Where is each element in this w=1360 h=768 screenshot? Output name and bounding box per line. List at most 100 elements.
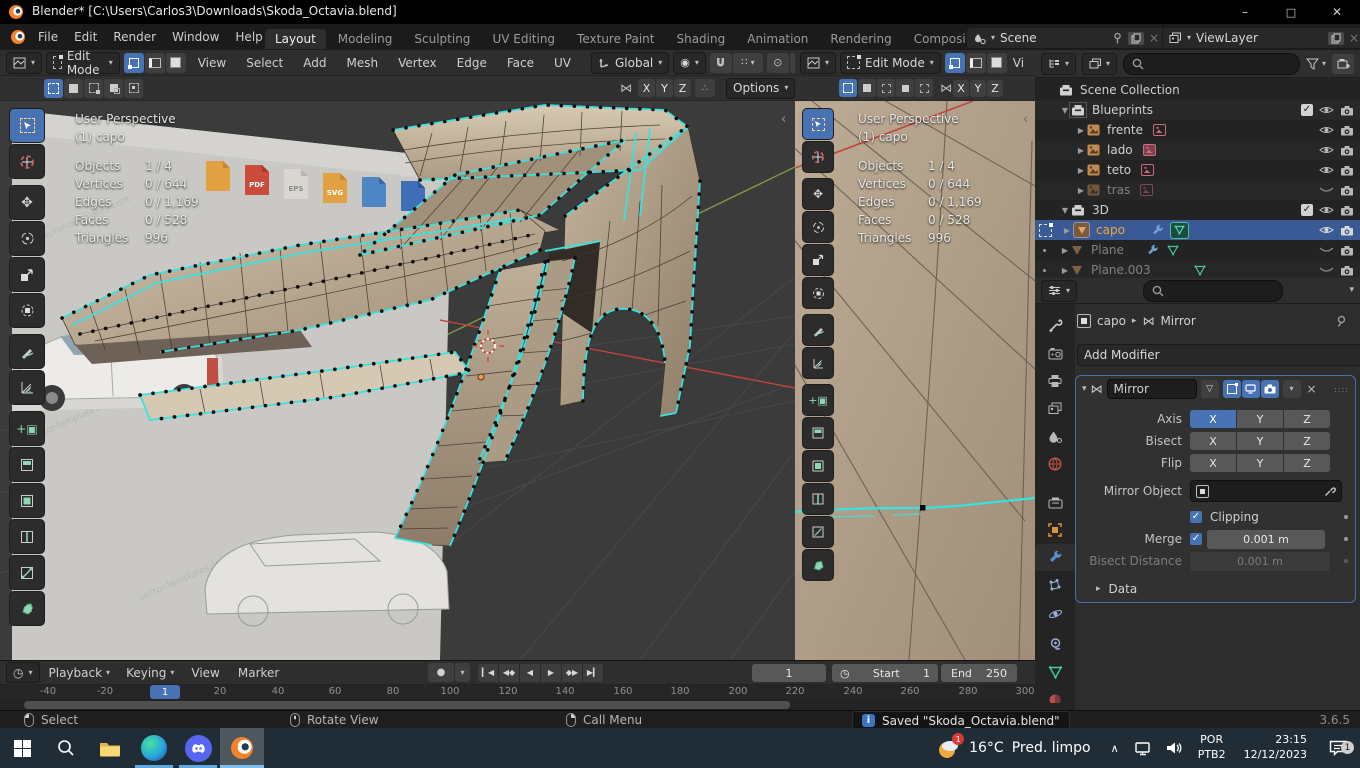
outliner-row-blueprints[interactable]: ▼ Blueprints ✓ [1035,100,1360,120]
new-scene-icon[interactable] [1128,32,1144,45]
modifier-viewport-display-toggle[interactable] [1242,380,1260,398]
tool-move[interactable]: ✥ [9,185,45,220]
flip-z-button[interactable]: Z [1284,454,1330,472]
workspace-tab-sculpting[interactable]: Sculpting [404,29,480,49]
outliner-row-plane[interactable]: ▶ Plane [1035,240,1360,260]
blender-menu-icon[interactable] [10,29,26,45]
outliner-row-lado[interactable]: ▶ lado [1035,140,1360,160]
proportional-edit-button[interactable]: ⊙ [767,53,789,73]
prev-keyframe-button[interactable]: ◀◆ [499,664,520,682]
taskbar-weather-widget[interactable]: 1 16°C Pred. limpo [925,728,1103,768]
expand-icon[interactable]: ▶ [1059,266,1071,275]
menu-add[interactable]: Add [295,56,334,70]
expand-icon[interactable]: ▼ [1059,106,1071,115]
unlink-scene-icon[interactable]: × [1149,31,1159,45]
select-mode-intersect-button[interactable] [915,79,933,97]
animate-dot[interactable] [1344,537,1348,541]
select-mode-extend-button[interactable] [858,79,876,97]
select-mode-new-button[interactable] [839,79,857,97]
camera-icon[interactable] [1340,205,1354,216]
properties-search-input[interactable] [1143,280,1283,302]
properties-editor-type-button[interactable]: ▾ [1041,280,1077,302]
mode-selector[interactable]: Edit Mode ▾ [46,52,120,74]
timeline-ruler[interactable]: -40 -20 20 40 60 80 100 120 140 160 180 … [0,685,1035,699]
modifier-render-toggle[interactable] [1261,380,1279,398]
tab-modifiers-active[interactable] [1035,544,1075,572]
tray-volume-icon[interactable] [1159,741,1190,755]
new-collection-button[interactable] [1332,54,1354,74]
tool-loop-cut[interactable] [802,483,834,515]
mirror-x-button[interactable]: X [638,79,655,97]
tool-loop-cut[interactable] [9,519,45,554]
remove-view-layer-icon[interactable]: × [1349,31,1359,45]
editor-type-button[interactable]: ▾ [6,52,42,74]
workspace-tab-rendering[interactable]: Rendering [820,29,901,49]
timeline-scrollbar[interactable] [24,701,790,709]
taskbar-blender-button-active[interactable] [220,728,264,768]
workspace-tab-modeling[interactable]: Modeling [328,29,403,49]
expand-icon[interactable]: ▶ [1059,246,1071,255]
tab-object[interactable] [1048,516,1062,544]
workspace-tab-texture-paint[interactable]: Texture Paint [567,29,664,49]
next-keyframe-button[interactable]: ◆▶ [562,664,583,682]
breadcrumb-object[interactable]: capo [1097,314,1126,328]
caption-close-button[interactable]: ✕ [1314,0,1360,24]
clipping-checkbox[interactable]: ✓ [1190,511,1202,523]
face-select-button[interactable] [166,53,186,73]
eye-open-icon[interactable] [1319,105,1334,115]
taskbar-edge-button[interactable] [132,728,176,768]
playhead[interactable]: 1 [150,685,180,699]
expand-icon[interactable]: ▶ [1075,186,1087,195]
tab-object-data[interactable] [1048,659,1063,687]
tab-collection[interactable] [1048,488,1063,516]
tab-world[interactable] [1048,451,1062,479]
tab-scene[interactable] [1048,423,1062,451]
tab-tool[interactable] [1048,312,1063,340]
vertex-select-button[interactable] [945,53,965,73]
tray-show-hidden-icons[interactable]: ∧ [1103,742,1127,755]
tool-cursor[interactable] [802,141,834,173]
tool-measure[interactable] [9,370,45,405]
collection-checkbox[interactable]: ✓ [1301,204,1313,216]
mirror-x-button[interactable]: X [953,80,969,97]
outliner-filter-type-dropdown[interactable]: ▾ [1082,53,1117,75]
taskbar-discord-button[interactable] [176,728,220,768]
eye-open-icon[interactable] [1319,225,1334,235]
modifier-close-button[interactable]: × [1307,382,1317,396]
tab-material[interactable] [1048,686,1062,710]
select-mode-subtract-button[interactable] [84,79,103,98]
new-view-layer-icon[interactable] [1328,32,1344,45]
mirror-axis-x-button[interactable]: X [1190,410,1236,428]
camera-icon[interactable] [1340,125,1354,136]
tool-bevel[interactable] [9,483,45,518]
data-subpanel-header[interactable]: ▸ Data [1086,578,1348,600]
menu-edge[interactable]: Edge [449,56,495,70]
tool-extrude-region[interactable]: +▣ [9,411,45,446]
play-button[interactable]: ▶ [541,664,562,682]
pin-icon[interactable] [1112,32,1123,44]
tool-inset-faces[interactable] [9,447,45,482]
snap-toggle-button[interactable] [710,53,732,73]
menu-edit[interactable]: Edit [66,30,105,44]
expand-icon[interactable]: ▶ [1075,126,1087,135]
timeline-view-menu[interactable]: View [183,666,227,680]
tab-particles[interactable] [1048,571,1062,599]
tab-output[interactable] [1048,367,1062,395]
eyedropper-icon[interactable] [1324,485,1336,497]
tool-move[interactable]: ✥ [802,178,834,210]
mirror-axis-y-button[interactable]: Y [1237,410,1283,428]
mirror-y-button[interactable]: Y [656,79,673,97]
eye-open-icon[interactable] [1319,145,1334,155]
select-mode-new-button[interactable] [44,79,63,98]
frame-start-field[interactable]: ◷ Start 1 [832,664,938,682]
camera-icon[interactable] [1340,265,1354,276]
tool-inset-faces[interactable] [802,417,834,449]
menu-face[interactable]: Face [499,56,542,70]
transform-orientation-dropdown[interactable]: Global ▾ [591,52,669,74]
scene-selector[interactable]: ▾ Scene × [966,27,1166,49]
select-mode-extend-button[interactable] [64,79,83,98]
caption-minimize-button[interactable]: – [1222,0,1268,24]
tray-notifications-button[interactable]: 1 [1317,740,1360,756]
camera-icon[interactable] [1340,185,1354,196]
tab-render[interactable] [1048,340,1063,368]
